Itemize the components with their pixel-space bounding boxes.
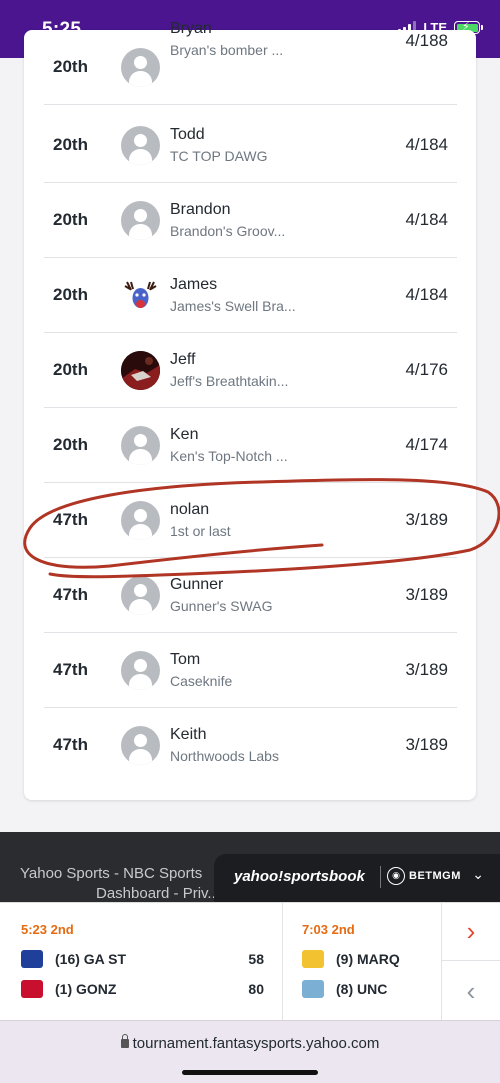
team-line: (16) GA ST 58 (21, 950, 264, 970)
standings-row[interactable]: 20th Ken Ken's Top-Notch ... 4/174 (44, 408, 457, 483)
standings-row[interactable]: 47th Keith Northwoods Labs 3/189 (44, 708, 457, 783)
divider (380, 866, 381, 888)
manager-name: James (170, 276, 218, 293)
score: 4/184 (405, 135, 448, 154)
standings-row[interactable]: 20th Bryan Bryan's bomber ... 4/188 (44, 20, 457, 105)
score: 4/174 (405, 435, 448, 454)
avatar (121, 126, 160, 165)
team-seed-name: (16) GA ST (55, 951, 127, 967)
ga-state-logo-icon (21, 950, 43, 968)
sportsbook-banner[interactable]: yahoo!sportsbook ◉ BETMGM ⌄ (214, 854, 500, 902)
avatar (121, 48, 160, 87)
manager-name: Keith (170, 726, 207, 743)
photo-avatar (121, 351, 160, 390)
manager-name: Brandon (170, 201, 231, 218)
standings-row[interactable]: 47th Gunner Gunner's SWAG 3/189 (44, 558, 457, 633)
team-line: (1) GONZ 80 (21, 980, 264, 1000)
avatar (121, 651, 160, 690)
rank: 20th (53, 57, 88, 76)
manager-name: Bryan (170, 20, 212, 37)
team-name: TC TOP DAWG (170, 148, 268, 164)
url-text: tournament.fantasysports.yahoo.com (132, 1035, 380, 1052)
team-name: James's Swell Bra... (170, 298, 296, 314)
standings-row[interactable]: 20th Brandon Brandon's Groov... 4/184 (44, 183, 457, 258)
rank: 47th (53, 510, 88, 529)
team-name: Northwoods Labs (170, 748, 279, 764)
team-seed-name: (9) MARQ (336, 951, 400, 967)
manager-name: Ken (170, 426, 199, 443)
chevron-left-icon[interactable]: ‹ (442, 962, 500, 1020)
team-line: (8) UNC (302, 980, 432, 1000)
standings-row[interactable]: 20th James James's Swell Bra... 4/184 (44, 258, 457, 333)
score: 4/184 (405, 210, 448, 229)
gonzaga-logo-icon (21, 980, 43, 998)
game-card[interactable]: 5:23 2nd (16) GA ST 58 (1) GONZ 80 (0, 903, 283, 1021)
footer-links-bar: Yahoo Sports - NBC Sports Dashboard - Pr… (0, 832, 500, 902)
team-name: Brandon's Groov... (170, 223, 286, 239)
manager-name: Tom (170, 651, 201, 668)
scoreboard: 5:23 2nd (16) GA ST 58 (1) GONZ 80 7:03 … (0, 902, 500, 1021)
team-name: 1st or last (170, 523, 231, 539)
rank: 47th (53, 660, 88, 679)
footer-link-dashboard[interactable]: Dashboard - Priv... (96, 885, 220, 902)
game-card[interactable]: 7:03 2nd (9) MARQ (8) UNC (284, 903, 441, 1021)
avatar (121, 501, 160, 540)
team-name: Gunner's SWAG (170, 598, 273, 614)
chevron-right-icon[interactable]: › (442, 903, 500, 961)
score: 3/189 (405, 660, 448, 679)
avatar (121, 576, 160, 615)
team-name: Ken's Top-Notch ... (170, 448, 288, 464)
betmgm-logo: BETMGM (409, 870, 461, 882)
score: 3/189 (405, 735, 448, 754)
rank: 47th (53, 735, 88, 754)
footer-link-nbc[interactable]: Yahoo Sports - NBC Sports (20, 865, 202, 882)
rank: 20th (53, 285, 88, 304)
team-line: (9) MARQ (302, 950, 432, 970)
standings-card: 20th Bryan Bryan's bomber ... 4/188 20th… (24, 20, 476, 800)
url-display[interactable]: tournament.fantasysports.yahoo.com (0, 1034, 500, 1052)
marquette-logo-icon (302, 950, 324, 968)
rank: 47th (53, 585, 88, 604)
manager-name: nolan (170, 501, 210, 518)
manager-name: Gunner (170, 576, 224, 593)
betmgm-lion-icon: ◉ (387, 867, 405, 885)
chevron-down-icon[interactable]: ⌄ (472, 866, 484, 883)
scoreboard-nav: › ‹ (441, 903, 500, 1021)
score: 3/189 (405, 585, 448, 604)
unc-logo-icon (302, 980, 324, 998)
team-score: 80 (248, 981, 264, 997)
avatar (121, 726, 160, 765)
team-score: 58 (248, 951, 264, 967)
standings-row[interactable]: 20th Jeff Jeff's Breathtakin... 4/176 (44, 333, 457, 408)
rank: 20th (53, 135, 88, 154)
score: 4/184 (405, 285, 448, 304)
team-name: Jeff's Breathtakin... (170, 373, 289, 389)
team-name: Caseknife (170, 673, 233, 689)
manager-name: Todd (170, 126, 205, 143)
score: 3/189 (405, 510, 448, 529)
standings-row[interactable]: 47th Tom Caseknife 3/189 (44, 633, 457, 708)
rank: 20th (53, 435, 88, 454)
yahoo-sportsbook-logo: yahoo!sportsbook (234, 868, 365, 885)
game-status: 5:23 2nd (21, 922, 74, 937)
team-seed-name: (8) UNC (336, 981, 388, 997)
deer-mascot-avatar (121, 276, 160, 315)
avatar (121, 201, 160, 240)
standings-row-highlighted[interactable]: 47th nolan 1st or last 3/189 (44, 483, 457, 558)
rank: 20th (53, 360, 88, 379)
standings-row[interactable]: 20th Todd TC TOP DAWG 4/184 (44, 108, 457, 183)
rank: 20th (53, 210, 88, 229)
manager-name: Jeff (170, 351, 196, 368)
team-name: Bryan's bomber ... (170, 42, 284, 58)
lock-icon (120, 1034, 129, 1048)
team-seed-name: (1) GONZ (55, 981, 117, 997)
game-status: 7:03 2nd (302, 922, 355, 937)
avatar (121, 426, 160, 465)
score: 4/176 (405, 360, 448, 379)
home-indicator[interactable] (182, 1070, 318, 1075)
browser-url-bar[interactable]: tournament.fantasysports.yahoo.com (0, 1020, 500, 1083)
score: 4/188 (405, 31, 448, 50)
